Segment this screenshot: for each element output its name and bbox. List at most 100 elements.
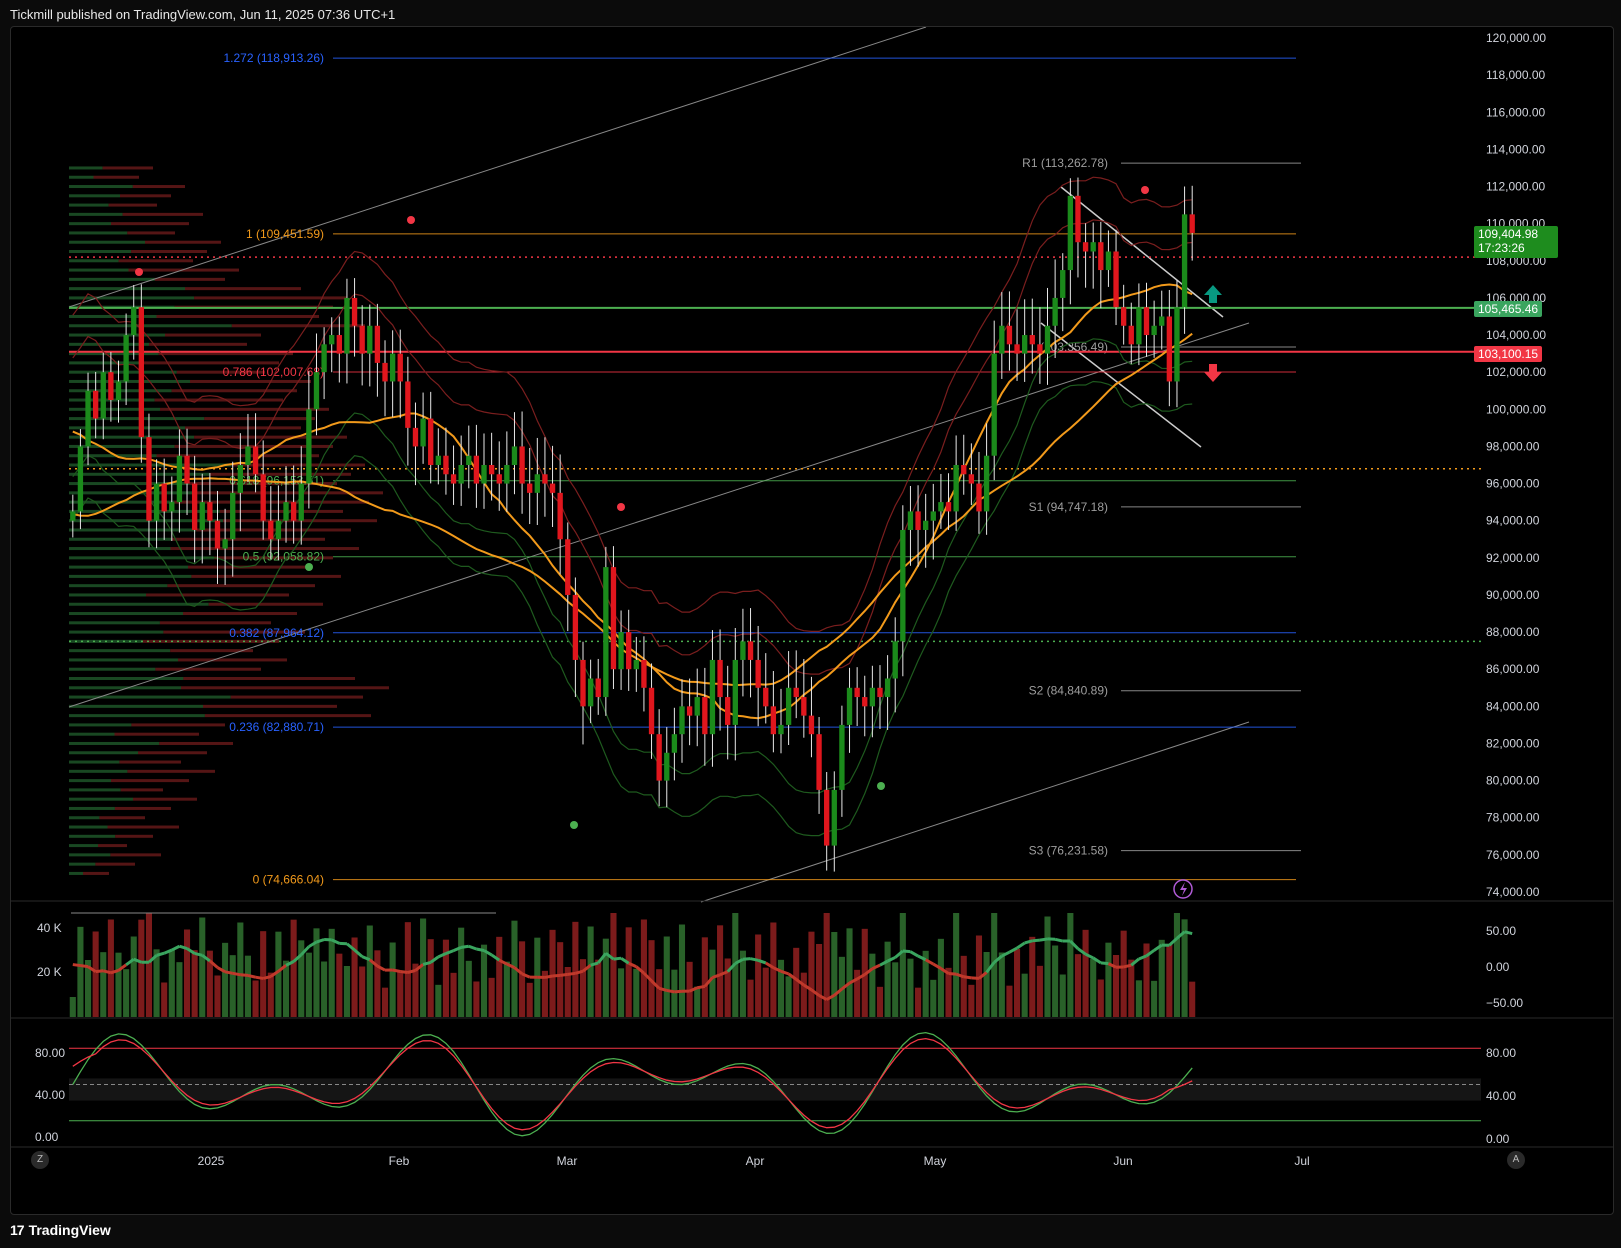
candle-down	[191, 483, 198, 530]
volume-profile-up-bar	[69, 175, 94, 179]
volume-bar	[884, 941, 891, 1017]
volume-bar	[618, 968, 625, 1017]
volume-profile-up-bar	[69, 834, 116, 838]
volume-profile-up-bar	[69, 741, 160, 745]
osc-left-tick-label: 40.00	[35, 1088, 65, 1102]
level-label: S3 (76,231.58)	[1029, 844, 1108, 858]
candle-down	[854, 687, 860, 698]
volume-bar	[123, 969, 130, 1017]
candle-up	[1151, 325, 1157, 336]
volume-profile-down-bar	[131, 723, 225, 727]
volume-profile-up-bar	[69, 407, 160, 411]
volume-bar	[503, 961, 510, 1017]
candle-up	[481, 465, 487, 484]
volume-bar	[800, 972, 807, 1017]
money-flow-line	[460, 944, 469, 949]
countdown-value: 17:23:26	[1478, 241, 1525, 255]
volume-profile-up-bar	[69, 658, 178, 662]
candle-up	[900, 529, 906, 642]
chart-svg[interactable]: 1.272 (118,913.26) R1 (113,262.78) 1 (109,…	[11, 27, 1613, 1214]
candle-down	[359, 325, 365, 354]
volume-profile-up-bar	[69, 222, 111, 226]
money-flow-line	[902, 949, 911, 954]
volume-bar	[237, 922, 244, 1017]
volume-bar	[305, 952, 312, 1017]
volume-profile-up-bar	[69, 231, 128, 235]
candle-up	[85, 390, 91, 447]
volume-bar	[549, 929, 556, 1017]
volume-bar	[1021, 973, 1028, 1017]
volume-bar	[945, 967, 952, 1017]
candle-down	[702, 697, 708, 735]
volume-bar	[1105, 942, 1112, 1017]
volume-bar	[267, 972, 274, 1017]
volume-bar	[465, 960, 472, 1017]
candle-up	[237, 465, 243, 493]
volume-profile-down-bar	[171, 389, 297, 393]
candle-down	[801, 697, 807, 716]
volume-profile-up-bar	[69, 649, 171, 653]
y-tick-label: 90,000.00	[1486, 588, 1540, 602]
volume-bar	[762, 967, 769, 1017]
volume-profile-down-bar	[142, 639, 279, 643]
volume-profile-down-bar	[181, 686, 389, 690]
y-tick-label: 78,000.00	[1486, 811, 1540, 825]
channel-upper-line	[68, 27, 927, 308]
money-flow-line	[696, 984, 706, 990]
volume-bar	[633, 968, 640, 1017]
volume-bar	[381, 987, 389, 1017]
volume-tick-label: 20 K	[37, 965, 62, 979]
volume-bar	[930, 979, 937, 1017]
candle-down	[793, 687, 799, 698]
zoom-scale-button[interactable]: Z	[31, 1151, 49, 1169]
x-tick-label: May	[924, 1154, 947, 1168]
volume-profile-down-bar	[194, 296, 347, 300]
money-flow-line	[72, 963, 81, 968]
volume-profile-up-bar	[69, 630, 164, 634]
candle-down	[565, 539, 571, 595]
volume-bar	[153, 949, 160, 1017]
auto-scale-button[interactable]: A	[1507, 1151, 1525, 1169]
volume-profile-up-bar	[69, 871, 83, 875]
volume-profile-up-bar	[69, 621, 160, 625]
x-tick-label: 2025	[198, 1154, 225, 1168]
signal-dot	[407, 216, 415, 224]
volume-profile-down-bar	[108, 203, 157, 207]
tradingview-logo[interactable]: 17 TradingView	[10, 1222, 111, 1238]
candle-down	[1029, 335, 1035, 345]
chart-frame[interactable]: 1.272 (118,913.26) R1 (113,262.78) 1 (109,…	[10, 26, 1614, 1215]
candle-up	[1159, 316, 1165, 326]
money-flow-line	[963, 975, 972, 980]
volume-profile-up-bar	[69, 816, 100, 820]
money-flow-line	[171, 944, 181, 952]
volume-profile-down-bar	[131, 250, 207, 253]
y-tick-label: 98,000.00	[1486, 439, 1540, 453]
candle-up	[679, 706, 685, 735]
volume-profile-down-bar	[102, 166, 153, 170]
volume-bar	[1189, 981, 1196, 1017]
volume-bar	[321, 961, 328, 1017]
money-flow-line	[262, 975, 272, 980]
volume-bar	[915, 987, 922, 1017]
volume-bar	[595, 959, 602, 1017]
volume-bar	[953, 913, 960, 1017]
volume-profile-down-bar	[95, 862, 135, 866]
volume-bar	[671, 969, 678, 1017]
volume-profile-down-bar	[114, 732, 199, 736]
volume-bar	[435, 984, 442, 1017]
volume-bar	[290, 919, 297, 1017]
money-flow-line	[948, 971, 957, 976]
money-flow-line	[1039, 937, 1048, 942]
volume-bar	[526, 982, 533, 1017]
candle-up	[389, 353, 396, 382]
volume-profile-down-bar	[119, 760, 181, 764]
money-flow-line	[1184, 930, 1193, 936]
volume-profile-up-bar	[69, 370, 177, 374]
money-flow-line	[400, 970, 409, 974]
volume-bar	[602, 938, 609, 1017]
volume-bar	[244, 955, 251, 1017]
candle-down	[1014, 344, 1020, 354]
candle-up	[153, 483, 160, 521]
candle-up	[603, 567, 609, 698]
volume-profile-down-bar	[145, 240, 221, 244]
